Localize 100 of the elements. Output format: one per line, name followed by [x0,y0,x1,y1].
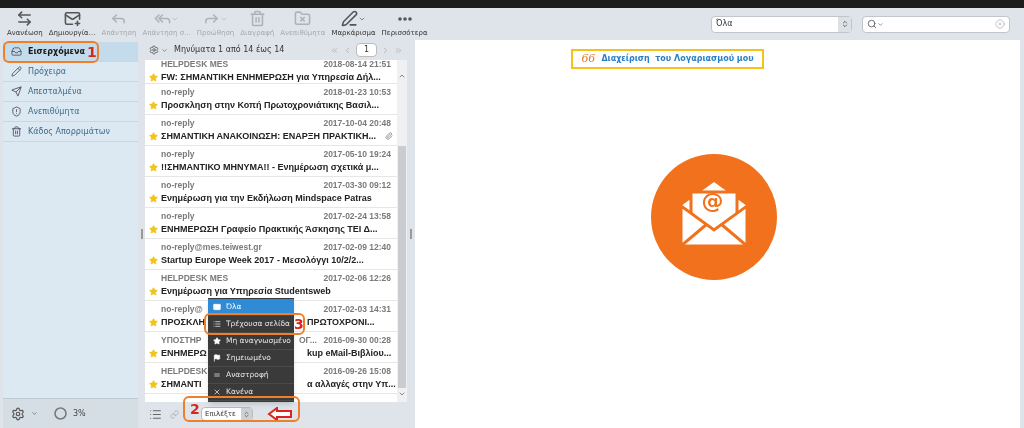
star-icon[interactable] [149,255,158,265]
list-icon [213,320,221,328]
first-page-icon[interactable] [330,45,339,55]
message-date: 2016-09-26 15:08 [323,364,391,378]
pen-icon [341,10,358,28]
settings-icon[interactable] [11,406,25,421]
message-subject: Ενημέρωση για την Εκδήλωση Mindspace Patras [161,191,372,205]
message-count: Μηνύματα 1 από 14 έως 14 [174,44,285,56]
message-sender: no-reply [161,85,195,99]
message-subject: ΕΝΗΜΕΡΩ [161,347,207,358]
scroll-down-icon[interactable] [398,390,406,398]
envelope-icon [213,303,221,311]
message-subject: Προσκληση στην Κοπή Πρωτοχρονιάτικης Βασιλ... [161,98,380,112]
send-icon [11,86,22,97]
message-sender: HELPDESK [161,364,208,378]
settings-icon[interactable] [149,45,159,55]
message-subject: α αλλαγές στην Υπ... [307,377,396,391]
trash-icon [11,126,22,137]
message-sender: HELPDESK MES [161,271,229,285]
message-row[interactable]: no-reply 2017-02-24 13:58 ΕΝΗΜΕΡΩΣΗ Γραφείο Πρακτικής Άσκησης ΤΕΙ Δ... [145,208,397,239]
next-page-icon[interactable] [381,45,390,55]
message-subject: Ενημέρωση για Υπηρεσία Studentsweb [161,284,331,298]
message-date: 2017-03-30 09:12 [323,178,391,192]
at-sign: @ [701,190,724,212]
star-icon[interactable] [149,73,158,83]
message-sender: ΥΠΟΣΤΗΡ [161,334,202,345]
previous-page-icon[interactable] [343,45,352,55]
arrows-icon [16,10,34,28]
envelope-plus-icon [63,10,81,28]
star-icon[interactable] [149,286,158,296]
message-date: 2018-01-23 10:53 [323,85,391,99]
flag-icon [213,354,221,362]
message-subject: !!ΣΗΜΑΝΤΙΚΟ ΜΗΝΥΜΑ!! - Ενημέρωση σχετικά μ... [161,160,379,174]
inbox-icon [11,46,22,57]
message-subject: ΠΡΩΤΟΧΡΟΝΙ... [307,315,375,329]
trash-icon [248,10,266,28]
message-sender: HELPDESK MES [161,60,229,72]
message-row[interactable]: HELPDESK MES 2018-08-14 21:51 FW: ΣΗΜΑΝΤΙΚΗ ΕΝΗΜΕΡΩΣΗ για Υπηρεσία Δήλ... [145,60,397,84]
caret-icon [161,46,168,54]
message-date: 2017-02-09 12:40 [323,240,391,254]
folder-item[interactable]: Πρόχειρα [3,62,138,82]
message-date: 2018-08-14 21:51 [323,60,391,72]
spinner-icon [243,410,250,418]
folder-item[interactable]: Κάδος Απορριμάτων [3,122,138,142]
more-icon [397,16,412,21]
quota-icon [54,407,67,420]
star-icon[interactable] [149,131,158,141]
caret-icon [31,410,38,417]
message-date: 2017-02-03 14:31 [323,302,391,316]
scrollbar[interactable] [397,60,407,402]
message-subject: ΠΡΟΣΚΛΗ [161,316,205,327]
star-icon [213,337,221,345]
envelope-icon [680,182,747,246]
account-link[interactable]: 66 Διαχείριση του Λογαριασμού μου [571,49,764,69]
message-subject: ΕΝΗΜΕΡΩΣΗ Γραφείο Πρακτικής Άσκησης ΤΕΙ Δ... [161,222,378,236]
message-date: 2016-09-30 00:28 [323,333,391,347]
star-icon[interactable] [149,162,158,172]
pointer-arrow-icon [267,407,293,421]
folder-icon [294,10,312,28]
message-row[interactable]: no-reply@mes.teiwest.gr 2017-02-09 12:40 Startup Europe Week 2017 - Μεσολόγγι 10/2/2... [145,239,397,270]
message-row[interactable]: no-reply 2018-01-23 10:53 Προσκληση στην Κοπή Πρωτοχρονιάτικης Βασιλ... [145,84,397,115]
annotation-number: 2 [190,402,200,416]
star-icon[interactable] [149,379,158,389]
message-date: 2017-10-04 20:48 [323,116,391,130]
star-icon[interactable] [149,193,158,203]
pencil-icon [11,66,22,77]
message-subject: kup eMail-Βιβλίου... [307,346,392,360]
star-icon[interactable] [149,100,158,110]
message-row[interactable]: no-reply 2017-10-04 20:48 ΣΗΜΑΝΤΙΚΗ ΑΝΑΚΟΙΝΩΣΗ: ΕΝΑΡΞΗ ΠΡΑΚΤΙΚΗ... [145,115,397,146]
caret-icon [877,20,884,28]
filter-select[interactable]: Όλα [711,15,852,33]
message-row[interactable]: no-reply 2017-03-30 09:12 Ενημέρωση για την Εκδήλωση Mindspace Patras [145,177,397,208]
message-sender: no-reply [161,209,195,223]
clear-icon [995,19,1005,29]
page-field[interactable]: 1 [356,43,377,57]
search-icon [867,19,877,29]
message-row[interactable]: no-reply 2017-05-10 19:24 !!ΣΗΜΑΝΤΙΚΟ ΜΗΝΥΜΑ!! - Ενημέρωση σχετικά μ... [145,146,397,177]
folder-item[interactable]: Ανεπιθύμητα [3,102,138,122]
link-mark: 66 [581,50,596,67]
list-icon[interactable] [149,407,162,421]
message-subject: FW: ΣΗΜΑΝΤΙΚΗ ΕΝΗΜΕΡΩΣΗ για Υπηρεσία Δήλ... [161,71,381,85]
spinner-icon [840,20,849,28]
last-page-icon[interactable] [394,45,403,55]
folder-item[interactable]: Απεσταλμένα [3,82,138,102]
message-date: 2017-02-24 13:58 [323,209,391,223]
scroll-up-icon[interactable] [398,72,406,80]
message-subject: ΣΗΜΑΝΤΙΚΗ ΑΝΑΚΟΙΝΩΣΗ: ΕΝΑΡΞΗ ΠΡΑΚΤΙΚΗ... [161,129,376,143]
message-sender: no-reply@ [161,302,203,316]
x-icon [213,388,221,396]
link-icon[interactable] [170,409,179,419]
star-icon[interactable] [149,224,158,234]
star-icon[interactable] [149,348,158,358]
message-date: 2017-02-06 12:26 [323,271,391,285]
message-sender: no-reply [161,147,195,161]
quota-text: 3% [73,407,86,420]
message-date: 2017-05-10 19:24 [323,147,391,161]
message-subject: Startup Europe Week 2017 - Μεσολόγγι 10/2/2... [161,253,364,267]
star-icon[interactable] [149,317,158,327]
message-sender: no-reply [161,178,195,192]
search-field[interactable] [862,15,1010,33]
